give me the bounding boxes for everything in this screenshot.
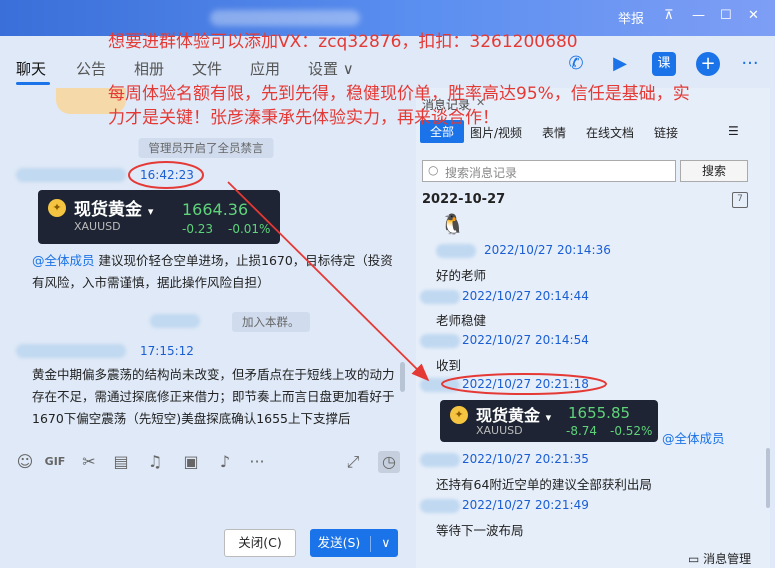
sender-name-blurred xyxy=(420,378,460,392)
message-manager-link[interactable]: ▭ 消息管理 xyxy=(688,550,751,567)
tab-announcement[interactable]: 公告 xyxy=(76,58,106,79)
history-message: 等待下一波布局 xyxy=(436,523,524,538)
chat-message: @全体成员 建议现价轻仓空单进场，止损1670，目标待定（投资有风险，入市需谨慎… xyxy=(32,253,393,290)
history-time: 2022/10/27 20:14:54 xyxy=(462,333,589,347)
sender-name-blurred xyxy=(420,499,460,513)
more-icon[interactable]: ··· xyxy=(738,52,762,76)
add-icon[interactable]: + xyxy=(696,52,720,76)
history-time: 2022/10/27 20:14:44 xyxy=(462,289,589,303)
tab-apps[interactable]: 应用 xyxy=(250,58,280,79)
quote-code: XAUUSD xyxy=(74,220,121,233)
close-button[interactable]: ✕ xyxy=(748,8,759,23)
quote-name: 现货黄金 ▾ xyxy=(74,200,154,220)
filter-tab-links[interactable]: 链接 xyxy=(654,124,678,141)
bell-icon[interactable]: ♪ xyxy=(214,451,236,473)
sticker-image xyxy=(56,88,126,114)
gold-quote-card[interactable]: ✦ 现货黄金 ▾ XAUUSD 1655.85 -8.74 -0.52% xyxy=(440,400,658,442)
system-message-banned: 管理员开启了全员禁言 xyxy=(138,138,274,158)
group-name-blurred xyxy=(210,10,360,26)
quote-price: 1655.85 xyxy=(568,404,631,422)
history-message: 好的老师 xyxy=(436,268,487,283)
music-icon[interactable]: ♫ xyxy=(144,451,166,473)
message-history-panel: 消息记录 ✕ 全部 图片/视频 表情 在线文档 链接 ☰ ○ 搜索消息记录 搜索… xyxy=(416,88,770,568)
history-filter-tabs: 全部 图片/视频 表情 在线文档 链接 ☰ xyxy=(416,118,770,146)
gif-icon[interactable]: GIF xyxy=(44,451,66,473)
quote-change-pct: -0.52% xyxy=(610,424,653,438)
sender-name-blurred xyxy=(16,344,126,358)
report-button[interactable]: 举报 xyxy=(618,8,644,27)
image-icon[interactable]: ▣ xyxy=(180,451,202,473)
expand-icon[interactable]: ⤢ xyxy=(342,451,364,473)
tab-album[interactable]: 相册 xyxy=(134,58,164,79)
more-tools-icon[interactable]: ··· xyxy=(246,451,268,473)
filter-icon[interactable]: ☰ xyxy=(728,124,739,138)
message-time: 17:15:12 xyxy=(140,344,194,358)
pin-icon[interactable]: ⊼ xyxy=(664,8,674,23)
class-icon[interactable]: 课 xyxy=(652,52,676,76)
sender-name-blurred xyxy=(16,168,126,182)
history-time: 2022/10/27 20:21:35 xyxy=(462,452,589,466)
quote-code: XAUUSD xyxy=(476,424,523,437)
mention-all[interactable]: @全体成员 xyxy=(32,253,95,268)
quote-change-pct: -0.01% xyxy=(228,222,271,236)
chat-area: 管理员开启了全员禁言 16:42:23 ✦ 现货黄金 ▾ XAUUSD 1664… xyxy=(0,88,412,440)
panel-title: 消息记录 xyxy=(422,98,471,112)
sender-name-blurred xyxy=(420,453,460,467)
tab-chat[interactable]: 聊天 xyxy=(16,58,46,79)
search-icon: ○ xyxy=(428,163,439,177)
history-message: 收到 xyxy=(436,358,462,373)
send-options-icon[interactable]: ∨ xyxy=(381,535,390,550)
quote-price: 1664.36 xyxy=(182,200,249,219)
quote-change: -0.23 xyxy=(182,222,214,236)
send-button[interactable]: 发送(S) ∨ xyxy=(310,529,398,557)
maximize-button[interactable]: ☐ xyxy=(720,8,732,23)
history-time: 2022/10/27 20:21:49 xyxy=(462,498,589,512)
penguin-avatar-icon: 🐧 xyxy=(440,212,465,236)
panel-close-icon[interactable]: ✕ xyxy=(476,96,485,109)
system-message-joined: 加入本群。 xyxy=(232,312,310,332)
sender-name-blurred xyxy=(436,244,476,258)
history-message: 还持有64附近空单的建议全部获利出局 xyxy=(436,477,652,492)
history-search-input[interactable]: ○ 搜索消息记录 xyxy=(422,160,676,182)
tab-settings[interactable]: 设置 ∨ xyxy=(308,58,354,79)
emoji-icon[interactable]: ☺ xyxy=(14,451,36,473)
mention-all[interactable]: @全体成员 xyxy=(662,428,725,447)
history-scrollbar[interactable] xyxy=(766,448,770,508)
history-message: 老师稳健 xyxy=(436,313,487,328)
history-time: 2022/10/27 20:14:36 xyxy=(484,243,611,257)
tab-files[interactable]: 文件 xyxy=(192,58,222,79)
gold-coin-icon: ✦ xyxy=(48,199,66,217)
history-time: 2022/10/27 20:21:18 xyxy=(462,377,589,391)
active-tab-indicator xyxy=(16,82,50,85)
quote-change: -8.74 xyxy=(566,424,598,438)
gold-coin-icon: ✦ xyxy=(450,406,468,424)
sender-name-blurred xyxy=(420,334,460,348)
message-time: 16:42:23 xyxy=(140,168,194,182)
chat-scrollbar[interactable] xyxy=(400,362,405,392)
close-chat-button[interactable]: 关闭(C) xyxy=(224,529,296,557)
calendar-icon[interactable]: 7 xyxy=(732,192,748,208)
filter-tab-stickers[interactable]: 表情 xyxy=(542,124,566,141)
quote-name: 现货黄金 ▾ xyxy=(476,406,552,425)
chat-bubble-icon: ▭ xyxy=(688,552,704,566)
filter-tab-all[interactable]: 全部 xyxy=(420,120,465,143)
chat-message: 黄金中期偏多震荡的结构尚未改变，但矛盾点在于短线上攻的动力存在不足，需通过探底修… xyxy=(32,367,395,426)
sender-name-blurred xyxy=(420,290,460,304)
video-call-icon[interactable]: ▶ xyxy=(608,52,632,76)
history-search-button[interactable]: 搜索 xyxy=(680,160,748,182)
scissors-icon[interactable]: ✂ xyxy=(78,451,100,473)
member-name-blurred xyxy=(150,314,200,328)
minimize-button[interactable]: — xyxy=(692,8,705,23)
phone-icon[interactable]: ✆ xyxy=(564,52,588,76)
gold-quote-card[interactable]: ✦ 现货黄金 ▾ XAUUSD 1664.36 -0.23 -0.01% xyxy=(38,190,280,244)
history-date: 2022-10-27 xyxy=(422,192,506,207)
title-bar: 举报 ⊼ — ☐ ✕ xyxy=(0,0,775,36)
composer-toolbar: ☺ GIF ✂ ▤ ♫ ▣ ♪ ··· ⤢ ◷ xyxy=(0,445,412,477)
filter-tab-media[interactable]: 图片/视频 xyxy=(470,124,522,141)
history-icon[interactable]: ◷ xyxy=(378,451,400,473)
filter-tab-docs[interactable]: 在线文档 xyxy=(586,124,634,141)
folder-icon[interactable]: ▤ xyxy=(110,451,132,473)
